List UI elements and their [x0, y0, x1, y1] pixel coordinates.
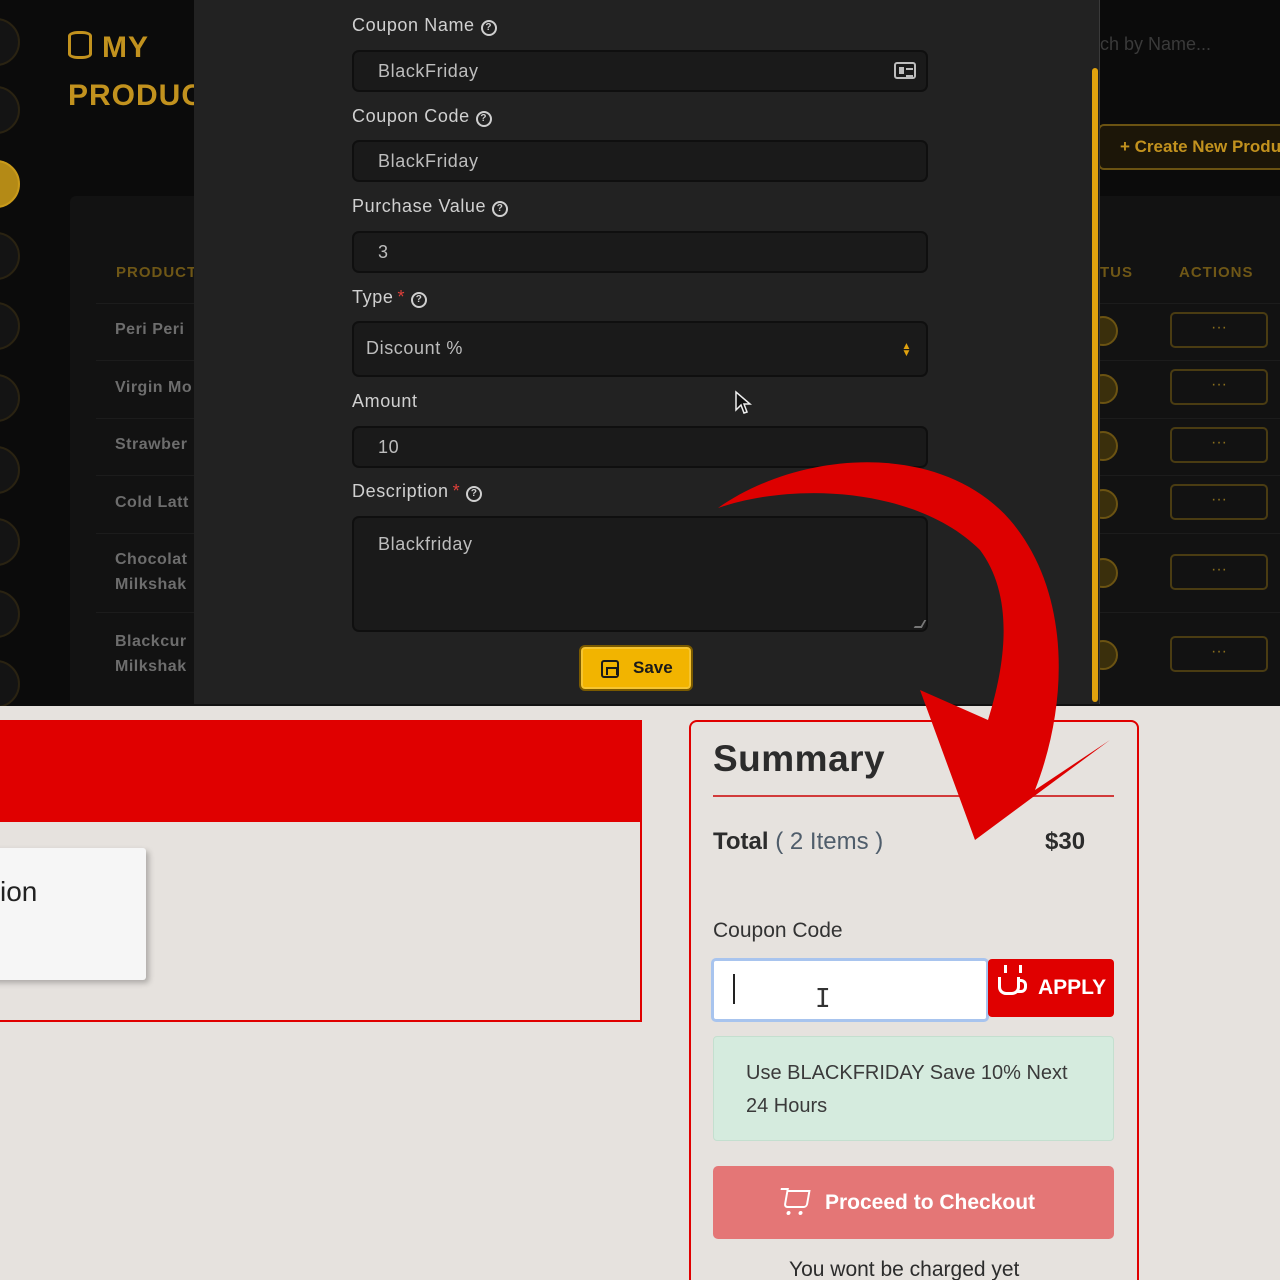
table-row-name: Blackcur Milkshak	[115, 633, 187, 675]
help-icon[interactable]: ?	[480, 20, 497, 36]
coupon-name-label: Coupon Name?	[352, 15, 497, 36]
charge-note: You wont be charged yet	[789, 1258, 1020, 1280]
coffee-cup-icon	[998, 965, 1027, 995]
sort-icon: ▲ ▼	[901, 341, 912, 359]
table-row-name: Chocolat Milkshak	[115, 551, 188, 593]
purchase-value-label: Purchase Value?	[352, 196, 509, 217]
row-actions-button[interactable]: ···	[1170, 312, 1268, 348]
sidebar-item-users[interactable]	[0, 374, 20, 422]
id-card-icon	[894, 62, 916, 79]
text-caret	[733, 974, 735, 1004]
row-actions-button[interactable]: ···	[1170, 427, 1268, 463]
table-row-name: Strawber	[115, 436, 188, 453]
help-icon[interactable]: ?	[475, 111, 492, 127]
cart-icon	[783, 1190, 811, 1208]
create-product-button[interactable]: + Create New Produ	[1098, 124, 1280, 170]
amount-label: Amount	[352, 391, 418, 411]
save-icon	[601, 660, 619, 678]
column-header-status: TUS	[1100, 264, 1133, 281]
sidebar-item-reports[interactable]	[0, 518, 20, 566]
cursor-arrow-icon	[735, 390, 752, 414]
table-row-name: Virgin Mo	[115, 379, 193, 396]
total-items-count: ( 2 Items )	[775, 828, 884, 855]
popup-text: ion	[0, 876, 38, 907]
sidebar-item-home[interactable]	[0, 18, 20, 66]
sidebar-item-coupons[interactable]	[0, 590, 20, 638]
modal-scrollbar[interactable]	[1092, 68, 1098, 702]
table-row-name: Peri Peri	[115, 321, 185, 338]
resize-handle-icon[interactable]	[913, 620, 927, 628]
coupon-code-label: Coupon Code?	[352, 106, 492, 127]
row-actions-button[interactable]: ···	[1170, 484, 1268, 520]
description-textarea[interactable]: Blackfriday	[352, 516, 928, 632]
divider	[713, 795, 1114, 797]
popup-card	[0, 848, 146, 980]
table-row-name: Cold Latt	[115, 494, 189, 511]
proceed-to-checkout-button[interactable]: Proceed to Checkout	[713, 1166, 1114, 1239]
sidebar-item-orders[interactable]	[0, 302, 20, 350]
type-select[interactable]: Discount % ▲ ▼	[352, 321, 928, 377]
sidebar-item-account[interactable]	[0, 660, 20, 706]
sidebar-item-cart[interactable]	[0, 446, 20, 494]
coupon-code-input[interactable]: BlackFriday	[352, 140, 928, 182]
sidebar-item-dashboard[interactable]	[0, 86, 20, 134]
help-icon[interactable]: ?	[411, 292, 428, 308]
total-label: Total ( 2 Items )	[713, 828, 884, 855]
database-icon	[68, 31, 92, 59]
sidebar-item-products[interactable]	[0, 160, 20, 208]
apply-coupon-button[interactable]: APPLY	[988, 959, 1114, 1017]
help-icon[interactable]: ?	[492, 201, 509, 217]
coupon-code-input[interactable]	[711, 958, 989, 1022]
purchase-value-input[interactable]: 3	[352, 231, 928, 273]
help-icon[interactable]: ?	[466, 486, 483, 502]
admin-panel: MY PRODUC ch by Name... + Create New Pro…	[0, 0, 1280, 706]
row-actions-button[interactable]: ···	[1170, 554, 1268, 590]
coupon-name-input[interactable]: BlackFriday	[352, 50, 928, 92]
column-header-actions: ACTIONS	[1179, 264, 1254, 281]
description-label: Description *?	[352, 481, 483, 502]
search-input[interactable]: ch by Name...	[1100, 34, 1211, 55]
row-actions-button[interactable]: ···	[1170, 369, 1268, 405]
promo-alert: Use BLACKFRIDAY Save 10% Next 24 Hours	[713, 1036, 1114, 1141]
amount-input[interactable]: 10	[352, 426, 928, 468]
total-amount: $30	[1045, 828, 1086, 855]
card-header	[0, 722, 640, 822]
save-button[interactable]: Save	[579, 645, 693, 691]
row-actions-button[interactable]: ···	[1170, 636, 1268, 672]
sidebar-item-settings[interactable]	[0, 232, 20, 280]
coupon-code-label: Coupon Code	[713, 919, 843, 942]
page-title: MY PRODUC	[68, 31, 205, 112]
type-label: Type *?	[352, 287, 428, 308]
text-cursor-icon: I	[815, 984, 831, 1014]
column-header-product: PRODUCT	[116, 264, 198, 281]
summary-title: Summary	[713, 738, 886, 779]
